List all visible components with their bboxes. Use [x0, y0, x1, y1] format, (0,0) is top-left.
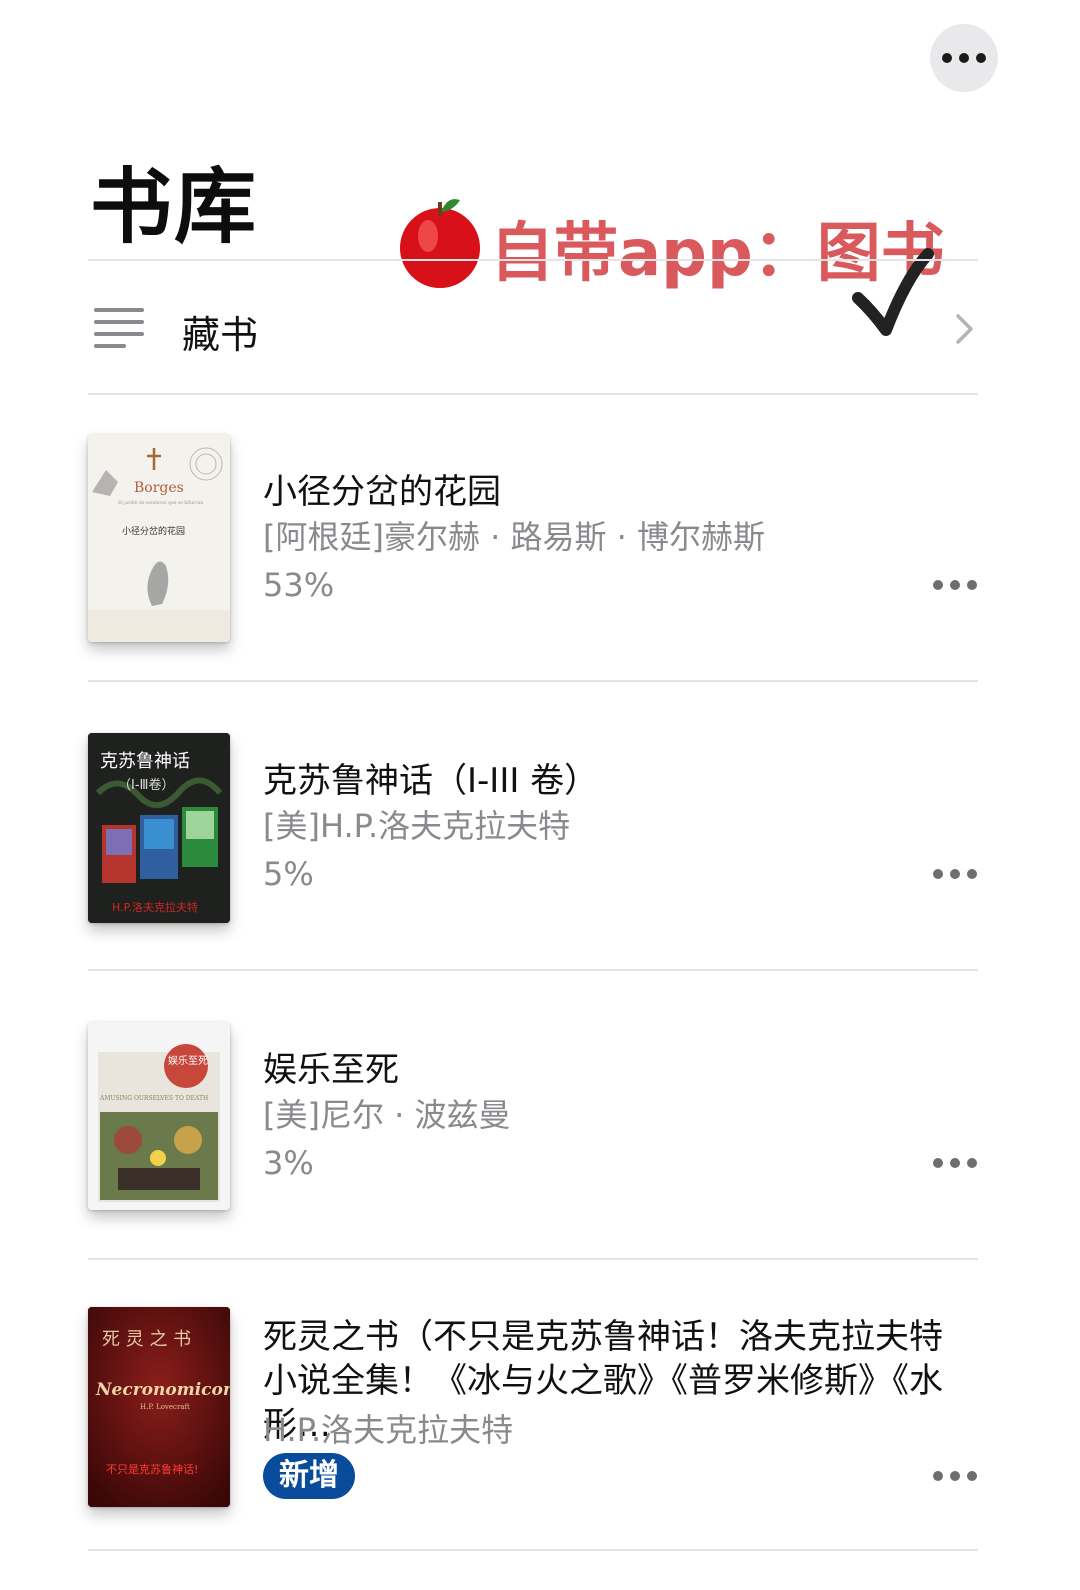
svg-text:AMUSING OURSELVES TO DEATH: AMUSING OURSELVES TO DEATH	[99, 1095, 208, 1102]
book-cover-amusing[interactable]: 娱乐至死 AMUSING OURSELVES TO DEATH	[88, 1022, 230, 1210]
book-author: [阿根廷]豪尔赫 · 路易斯 · 博尔赫斯	[263, 518, 766, 556]
book-row[interactable]: 死 灵 之 书 Necronomicon H.P. Lovecraft 不只是克…	[88, 1259, 980, 1549]
book-more-button[interactable]	[933, 1471, 977, 1481]
reading-progress: 3%	[263, 1144, 314, 1182]
svg-text:娱乐至死: 娱乐至死	[168, 1054, 208, 1067]
svg-text:El jardín de senderos que se b: El jardín de senderos que se bifurcan	[118, 499, 204, 506]
svg-text:不只是克苏鲁神话!: 不只是克苏鲁神话!	[106, 1462, 198, 1476]
book-more-button[interactable]	[933, 869, 977, 879]
more-options-button[interactable]	[930, 24, 998, 92]
book-more-button[interactable]	[933, 1158, 977, 1168]
ellipsis-icon	[933, 869, 977, 879]
new-badge: 新增	[263, 1453, 355, 1499]
svg-text:Borges: Borges	[134, 480, 184, 496]
svg-text:H.P.洛夫克拉夫特: H.P.洛夫克拉夫特	[112, 900, 198, 914]
svg-text:克苏鲁神话: 克苏鲁神话	[100, 751, 190, 772]
book-row[interactable]: Borges El jardín de senderos que se bifu…	[88, 394, 980, 680]
svg-text:Necronomicon: Necronomicon	[95, 1380, 230, 1400]
ellipsis-icon	[942, 53, 986, 63]
book-author: H.P.洛夫克拉夫特	[263, 1411, 514, 1449]
book-cover-cthulhu[interactable]: 克苏鲁神话 （I-Ⅲ卷） H.P.洛夫克拉夫特	[88, 733, 230, 923]
book-title: 小径分岔的花园	[263, 472, 501, 512]
reading-progress: 53%	[263, 566, 335, 604]
book-author: [美]尼尔 · 波兹曼	[263, 1096, 511, 1134]
book-author: [美]H.P.洛夫克拉夫特	[263, 807, 571, 845]
divider	[88, 259, 978, 261]
ellipsis-icon	[933, 1471, 977, 1481]
collection-label: 藏书	[182, 313, 259, 357]
page-title: 书库	[90, 160, 259, 255]
svg-text:死 灵 之 书: 死 灵 之 书	[102, 1329, 191, 1350]
book-row[interactable]: 克苏鲁神话 （I-Ⅲ卷） H.P.洛夫克拉夫特 克苏鲁神话（I-III 卷） […	[88, 681, 980, 969]
reading-progress: 5%	[263, 855, 314, 893]
chevron-right-icon	[956, 314, 973, 344]
ellipsis-icon	[933, 1158, 977, 1168]
book-cover-borges[interactable]: Borges El jardín de senderos que se bifu…	[88, 434, 230, 642]
divider	[88, 1549, 978, 1551]
book-title: 克苏鲁神话（I-III 卷）	[263, 761, 599, 801]
list-icon	[94, 304, 144, 348]
ellipsis-icon	[933, 580, 977, 590]
book-row[interactable]: 娱乐至死 AMUSING OURSELVES TO DEATH 娱乐至死 [美]…	[88, 970, 980, 1258]
book-cover-necronomicon[interactable]: 死 灵 之 书 Necronomicon H.P. Lovecraft 不只是克…	[88, 1307, 230, 1507]
svg-text:H.P. Lovecraft: H.P. Lovecraft	[140, 1403, 190, 1411]
svg-text:（I-Ⅲ卷）: （I-Ⅲ卷）	[118, 777, 175, 793]
collection-row-books[interactable]: 藏书	[88, 262, 980, 394]
svg-text:小径分岔的花园: 小径分岔的花园	[122, 525, 185, 537]
book-more-button[interactable]	[933, 580, 977, 590]
book-title: 娱乐至死	[263, 1050, 399, 1090]
